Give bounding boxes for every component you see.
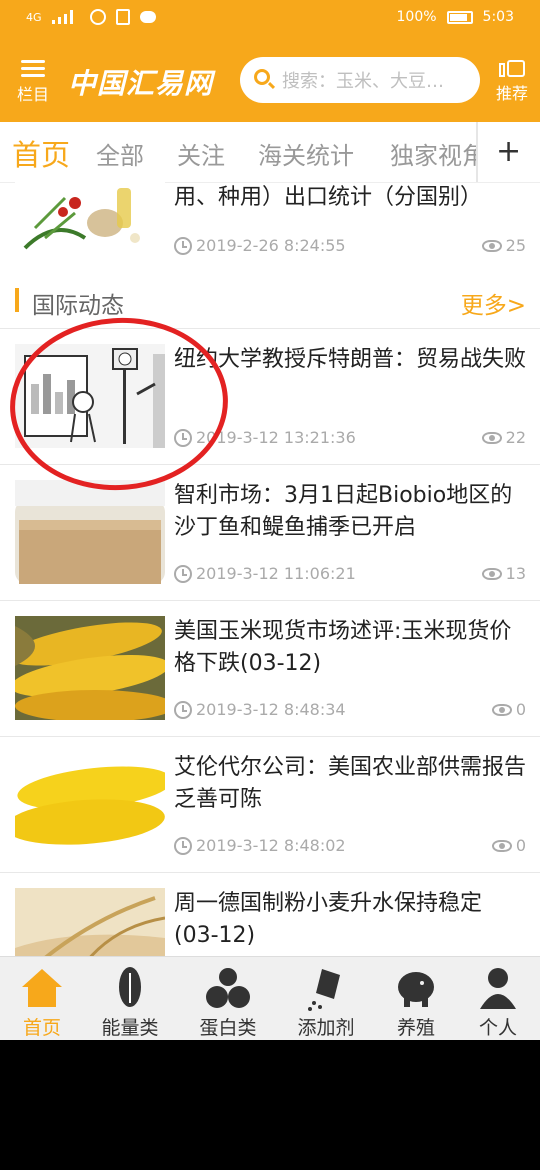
article-views: 13 (481, 564, 526, 583)
nav-additive[interactable]: 添加剂 (284, 965, 368, 1040)
clock-icon (174, 564, 192, 583)
bottom-nav: 首页 能量类 蛋白类 添加剂 养殖 个人 (0, 956, 540, 1040)
section-title: 国际动态 (32, 293, 124, 319)
article-time: 2019-3-12 13:21:36 (174, 428, 356, 447)
views-count: 25 (505, 236, 526, 255)
article-thumbnail (15, 752, 165, 856)
article-thumbnail (15, 616, 165, 720)
nav-profile[interactable]: 个人 (456, 965, 540, 1040)
time-text: 2019-3-12 13:21:36 (196, 428, 356, 447)
article-time: 2019-3-12 8:48:02 (174, 836, 346, 855)
recommend-label: 推荐 (495, 84, 528, 103)
article-title: 智利市场：3月1日起Biobio地区的沙丁鱼和鳀鱼捕季已开启 (174, 483, 513, 540)
nav-label: 首页 (22, 1017, 61, 1039)
time-text: 2019-3-12 11:06:21 (196, 564, 356, 583)
article-views: 0 (491, 700, 526, 719)
more-link[interactable]: 更多> (461, 286, 526, 320)
eye-icon (481, 431, 502, 444)
corn-icon (88, 965, 172, 1013)
article-views: 22 (481, 428, 526, 447)
views-count: 0 (515, 700, 526, 719)
views-count: 22 (505, 428, 526, 447)
clock-icon (174, 836, 192, 855)
views-count: 0 (515, 836, 526, 855)
time-text: 2019-3-12 8:48:02 (196, 836, 346, 855)
clock-icon (174, 700, 192, 719)
search-placeholder: 搜索：玉米、大豆… (282, 71, 444, 92)
pig-icon (374, 965, 458, 1013)
chat-icon (139, 11, 156, 23)
list-item[interactable]: 智利市场：3月1日起Biobio地区的沙丁鱼和鳀鱼捕季已开启 2019-3-12… (0, 464, 540, 601)
nav-label: 养殖 (396, 1017, 435, 1039)
article-thumbnail (15, 480, 165, 584)
person-icon (456, 965, 540, 1013)
eye-icon (491, 839, 512, 852)
nav-label: 能量类 (101, 1017, 159, 1039)
article-title: 纽约大学教授斥特朗普：贸易战失败 (174, 347, 527, 372)
section-accent (15, 288, 19, 312)
tab-follow[interactable]: 关注 (177, 136, 225, 171)
vibrate-icon (115, 9, 130, 25)
clock-icon (174, 236, 192, 255)
article-title: 周一德国制粉小麦升水保持稳定(03-12) (174, 891, 483, 948)
article-thumbnail (15, 344, 165, 448)
home-icon (0, 965, 84, 1013)
time-text: 2019-3-12 8:48:34 (196, 700, 346, 719)
article-time: 2019-3-12 8:48:34 (174, 700, 346, 719)
article-thumbnail (15, 168, 165, 258)
section-header: 国际动态 更多> (0, 272, 540, 329)
tab-exclusive[interactable]: 独家视角 (390, 136, 476, 171)
thumbs-up-icon (498, 52, 526, 78)
nav-label: 蛋白类 (199, 1017, 257, 1039)
clock-time: 5:03 (482, 9, 514, 25)
battery-percent: 100% (396, 9, 437, 25)
add-tab-icon[interactable]: + (496, 134, 521, 169)
views-count: 13 (505, 564, 526, 583)
nav-protein[interactable]: 蛋白类 (186, 965, 270, 1040)
menu-button[interactable]: 栏目 (14, 56, 52, 108)
nav-label: 添加剂 (297, 1017, 355, 1039)
search-icon (254, 69, 276, 91)
article-title: 美国玉米现货市场述评:玉米现货价格下跌(03-12) (174, 619, 512, 676)
tab-customs-stats[interactable]: 海关统计 (258, 136, 354, 171)
nav-label: 个人 (478, 1017, 517, 1039)
article-views: 25 (481, 236, 526, 255)
article-time: 2019-3-12 11:06:21 (174, 564, 356, 583)
app-logo: 中国汇易网 (68, 67, 214, 100)
battery-icon (446, 10, 473, 24)
hamburger-icon (21, 60, 45, 77)
app-screen: 4G 100% 5:03 栏目 中国汇易网 搜索：玉米、大豆… 推荐 首页 全部… (0, 0, 540, 1040)
beans-icon (186, 965, 270, 1013)
signal-icon (51, 10, 80, 24)
article-title: 艾伦代尔公司：美国农业部供需报告乏善可陈 (174, 755, 527, 812)
network-label: 4G (26, 10, 42, 24)
eye-icon (481, 567, 502, 580)
article-views: 0 (491, 836, 526, 855)
list-item[interactable]: 美国玉米现货市场述评:玉米现货价格下跌(03-12) 2019-3-12 8:4… (0, 600, 540, 737)
list-item[interactable]: 艾伦代尔公司：美国农业部供需报告乏善可陈 2019-3-12 8:48:02 0 (0, 736, 540, 873)
clock-icon (174, 428, 192, 447)
list-item[interactable]: 用、种用）出口统计（分国别） 2019-2-26 8:24:55 25 (0, 168, 540, 273)
nav-home[interactable]: 首页 (0, 965, 84, 1040)
article-title: 用、种用）出口统计（分国别） (174, 185, 483, 210)
article-time: 2019-2-26 8:24:55 (174, 236, 346, 255)
nav-energy[interactable]: 能量类 (88, 965, 172, 1040)
eye-icon (491, 703, 512, 716)
additive-icon (284, 965, 368, 1013)
header-bar: 4G 100% 5:03 栏目 中国汇易网 搜索：玉米、大豆… 推荐 (0, 0, 540, 122)
eye-icon (481, 239, 502, 252)
search-input[interactable]: 搜索：玉米、大豆… (240, 57, 480, 103)
tab-all[interactable]: 全部 (96, 136, 144, 171)
time-text: 2019-2-26 8:24:55 (196, 236, 346, 255)
status-bar: 4G 100% 5:03 (0, 0, 540, 36)
nav-farming[interactable]: 养殖 (374, 965, 458, 1040)
alarm-icon (89, 9, 106, 25)
list-item[interactable]: 纽约大学教授斥特朗普：贸易战失败 2019-3-12 13:21:36 22 (0, 328, 540, 465)
tabs-divider (476, 122, 478, 182)
menu-label: 栏目 (16, 85, 49, 104)
recommend-button[interactable]: 推荐 (490, 52, 534, 104)
